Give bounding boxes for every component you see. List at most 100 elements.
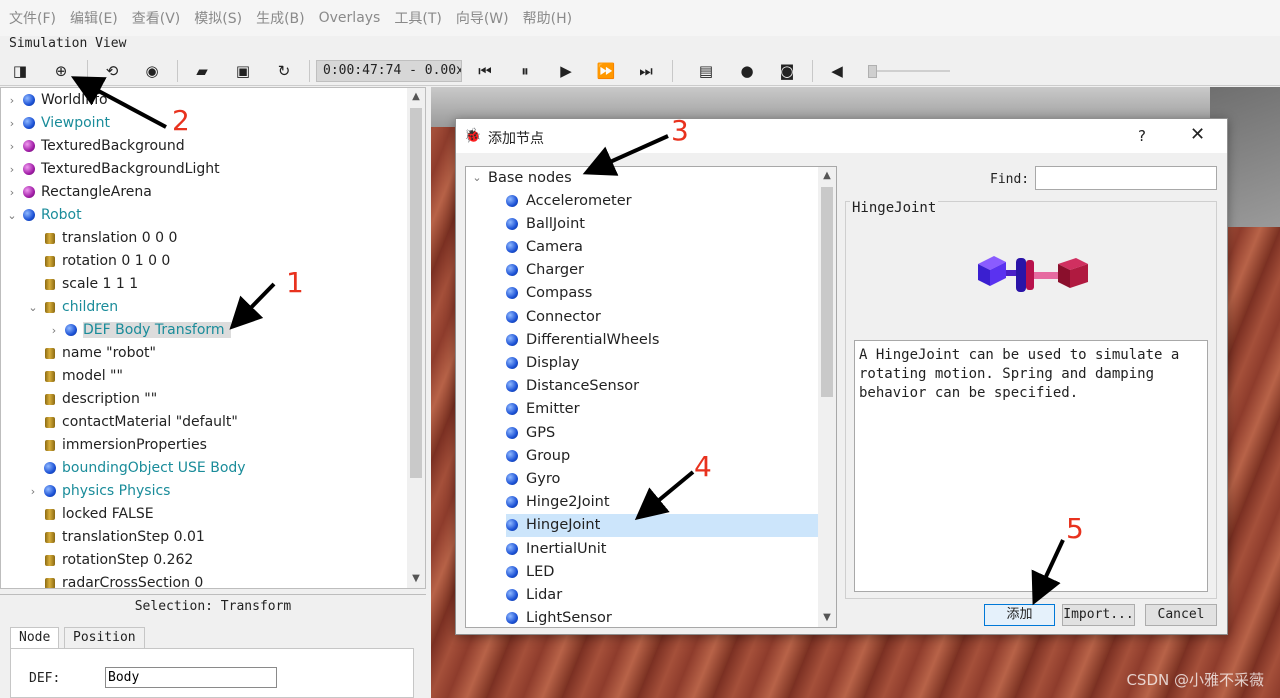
mute-icon[interactable]: ◀ <box>825 60 849 82</box>
tree-item[interactable]: locked FALSE <box>26 503 154 525</box>
panel-toggle-icon[interactable]: ◨ <box>8 60 32 82</box>
scrollbar-thumb[interactable] <box>821 187 833 397</box>
menu-item[interactable]: 编辑(E) <box>70 8 118 28</box>
tree-item[interactable]: radarCrossSection 0 <box>26 572 203 588</box>
field-icon <box>45 347 55 359</box>
tab-position[interactable]: Position <box>64 627 145 649</box>
chevron-right-icon[interactable]: › <box>47 324 61 337</box>
record-icon[interactable]: ● <box>735 60 759 82</box>
node-list-item[interactable]: Camera <box>506 235 818 258</box>
help-button[interactable]: ? <box>1138 127 1146 145</box>
menu-item[interactable]: 查看(V) <box>132 8 181 28</box>
slider-handle[interactable] <box>868 65 877 78</box>
tree-item[interactable]: translation 0 0 0 <box>26 227 177 249</box>
screenshot-icon[interactable]: ◙ <box>775 60 799 82</box>
node-list-item[interactable]: Emitter <box>506 398 818 421</box>
chevron-right-icon[interactable]: › <box>26 485 40 498</box>
node-list-item[interactable]: BallJoint <box>506 212 818 235</box>
import-button[interactable]: Import... <box>1062 604 1135 626</box>
tree-item[interactable]: ⌄ Robot <box>5 204 81 226</box>
menu-item[interactable]: 文件(F) <box>9 8 56 28</box>
volume-slider[interactable] <box>868 65 950 78</box>
node-list-item[interactable]: Hinge2Joint <box>506 491 818 514</box>
tree-item[interactable]: immersionProperties <box>26 434 207 456</box>
scroll-down-icon[interactable]: ▼ <box>818 609 836 627</box>
fastest-icon[interactable]: ⏭ <box>634 60 658 82</box>
menu-item[interactable]: 向导(W) <box>456 8 509 28</box>
tree-item[interactable]: › RectangleArena <box>5 181 152 203</box>
node-list-scrollbar[interactable]: ▲ ▼ <box>818 167 836 627</box>
node-list-item[interactable]: Gyro <box>506 467 818 490</box>
chevron-right-icon[interactable]: › <box>5 117 19 130</box>
tree-item[interactable]: name "robot" <box>26 342 156 364</box>
reload-icon[interactable]: ↻ <box>272 60 296 82</box>
tree-item[interactable]: rotation 0 1 0 0 <box>26 250 170 272</box>
eye-icon[interactable]: ◉ <box>140 60 164 82</box>
scrollbar-thumb[interactable] <box>410 108 422 478</box>
tree-item[interactable]: boundingObject USE Body <box>26 457 246 479</box>
save-icon[interactable]: ▣ <box>231 60 255 82</box>
node-list-item[interactable]: GPS <box>506 421 818 444</box>
play-icon[interactable]: ▶ <box>554 60 578 82</box>
node-icon <box>23 209 35 221</box>
tree-item[interactable]: ⌄ children <box>26 296 118 318</box>
tree-item[interactable]: › TexturedBackground <box>5 135 185 157</box>
find-input[interactable] <box>1035 166 1217 190</box>
step-back-icon[interactable]: ⏮ <box>473 60 497 82</box>
scroll-up-icon[interactable]: ▲ <box>407 88 425 106</box>
toolbar-separator <box>672 60 673 82</box>
close-button[interactable]: ✕ <box>1190 124 1205 145</box>
node-list-item[interactable]: LED <box>506 560 818 583</box>
menu-item[interactable]: 帮助(H) <box>523 8 572 28</box>
node-list-item[interactable]: InertialUnit <box>506 537 818 560</box>
tree-item[interactable]: › Viewpoint <box>5 112 110 134</box>
chevron-right-icon[interactable]: › <box>5 186 19 199</box>
node-list-item[interactable]: LightSensor <box>506 607 818 627</box>
def-input[interactable] <box>105 667 277 688</box>
node-list-item[interactable]: Group <box>506 444 818 467</box>
tree-item[interactable]: translationStep 0.01 <box>26 526 205 548</box>
tree-item[interactable]: › WorldInfo <box>5 89 108 111</box>
menu-item[interactable]: 生成(B) <box>256 8 305 28</box>
scroll-up-icon[interactable]: ▲ <box>818 167 836 185</box>
chevron-down-icon[interactable]: ⌄ <box>26 301 40 314</box>
open-folder-icon[interactable]: ▰ <box>190 60 214 82</box>
chevron-down-icon[interactable]: ⌄ <box>5 209 19 222</box>
tree-item[interactable]: description "" <box>26 388 157 410</box>
add-node-icon[interactable]: ⊕ <box>49 60 73 82</box>
chevron-right-icon[interactable]: › <box>5 94 19 107</box>
tree-item[interactable]: contactMaterial "default" <box>26 411 238 433</box>
menu-item[interactable]: Overlays <box>319 10 381 26</box>
node-list-item[interactable]: Display <box>506 351 818 374</box>
tree-item[interactable]: scale 1 1 1 <box>26 273 138 295</box>
cancel-button[interactable]: Cancel <box>1145 604 1217 626</box>
tab-node[interactable]: Node <box>10 627 60 649</box>
tree-item[interactable]: › TexturedBackgroundLight <box>5 158 220 180</box>
chevron-right-icon[interactable]: › <box>5 163 19 176</box>
pause-icon[interactable]: ⏸ <box>513 60 537 82</box>
node-list-item[interactable]: Accelerometer <box>506 189 818 212</box>
node-list-item[interactable]: Charger <box>506 259 818 282</box>
add-button[interactable]: 添加 <box>984 604 1055 626</box>
chevron-right-icon[interactable]: › <box>5 140 19 153</box>
node-list-item[interactable]: DistanceSensor <box>506 375 818 398</box>
record-movie-icon[interactable]: ▤ <box>694 60 718 82</box>
menu-item[interactable]: 工具(T) <box>394 8 441 28</box>
tree-item[interactable]: › DEF Body Transform <box>47 319 231 341</box>
revert-icon[interactable]: ⟲ <box>100 60 124 82</box>
node-list-item[interactable]: DifferentialWheels <box>506 328 818 351</box>
tree-item-label: physics Physics <box>62 483 171 499</box>
group-base-nodes[interactable]: ⌄ Base nodes <box>466 167 571 189</box>
tree-item[interactable]: model "" <box>26 365 123 387</box>
node-list-item[interactable]: Compass <box>506 282 818 305</box>
scene-tree-scrollbar[interactable]: ▲ ▼ <box>407 88 425 588</box>
scroll-down-icon[interactable]: ▼ <box>407 570 425 588</box>
node-list-item[interactable]: Connector <box>506 305 818 328</box>
menu-item[interactable]: 模拟(S) <box>194 8 242 28</box>
tree-item[interactable]: › physics Physics <box>26 480 171 502</box>
node-list-item[interactable]: HingeJoint <box>506 513 818 537</box>
node-list-item[interactable]: Lidar <box>506 583 818 606</box>
fast-forward-icon[interactable]: ⏩ <box>594 60 618 82</box>
tree-item[interactable]: rotationStep 0.262 <box>26 549 193 571</box>
chevron-down-icon[interactable]: ⌄ <box>470 171 484 184</box>
